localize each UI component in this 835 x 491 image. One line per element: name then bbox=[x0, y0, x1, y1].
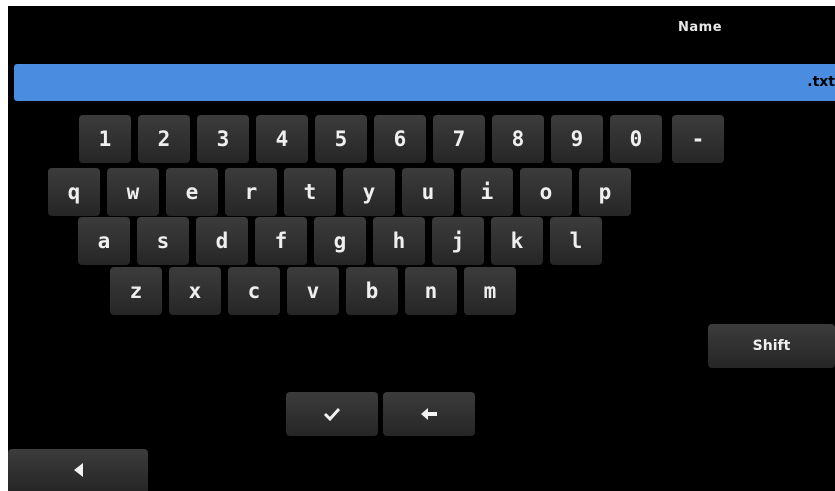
page-title: Name bbox=[678, 20, 723, 35]
key-e[interactable]: e bbox=[166, 168, 218, 216]
key-5[interactable]: 5 bbox=[315, 115, 367, 163]
key-i[interactable]: i bbox=[461, 168, 513, 216]
key-w[interactable]: w bbox=[107, 168, 159, 216]
key-3[interactable]: 3 bbox=[197, 115, 249, 163]
key-l[interactable]: l bbox=[550, 217, 602, 265]
key-z[interactable]: z bbox=[110, 267, 162, 315]
key-p[interactable]: p bbox=[579, 168, 631, 216]
key-x[interactable]: x bbox=[169, 267, 221, 315]
key-d[interactable]: d bbox=[196, 217, 248, 265]
screen-frame-left bbox=[0, 0, 8, 491]
key-b[interactable]: b bbox=[346, 267, 398, 315]
arrow-left-icon bbox=[420, 407, 438, 421]
key-2[interactable]: 2 bbox=[138, 115, 190, 163]
key-v[interactable]: v bbox=[287, 267, 339, 315]
key-4[interactable]: 4 bbox=[256, 115, 308, 163]
key-f[interactable]: f bbox=[255, 217, 307, 265]
key-y[interactable]: y bbox=[343, 168, 395, 216]
key-k[interactable]: k bbox=[491, 217, 543, 265]
key-q[interactable]: q bbox=[48, 168, 100, 216]
enter-button[interactable] bbox=[286, 392, 378, 436]
screen-frame-top bbox=[0, 0, 835, 6]
key-8[interactable]: 8 bbox=[492, 115, 544, 163]
key-m[interactable]: m bbox=[464, 267, 516, 315]
key-minus[interactable]: - bbox=[672, 115, 724, 163]
key-g[interactable]: g bbox=[314, 217, 366, 265]
key-n[interactable]: n bbox=[405, 267, 457, 315]
filename-input[interactable]: .txt bbox=[14, 64, 835, 101]
key-o[interactable]: o bbox=[520, 168, 572, 216]
key-j[interactable]: j bbox=[432, 217, 484, 265]
filename-extension: .txt bbox=[807, 74, 835, 90]
key-t[interactable]: t bbox=[284, 168, 336, 216]
key-0[interactable]: 0 bbox=[610, 115, 662, 163]
shift-button[interactable]: Shift bbox=[708, 324, 835, 368]
key-h[interactable]: h bbox=[373, 217, 425, 265]
key-c[interactable]: c bbox=[228, 267, 280, 315]
key-9[interactable]: 9 bbox=[551, 115, 603, 163]
key-a[interactable]: a bbox=[78, 217, 130, 265]
back-button[interactable] bbox=[8, 449, 148, 491]
key-s[interactable]: s bbox=[137, 217, 189, 265]
key-u[interactable]: u bbox=[402, 168, 454, 216]
key-7[interactable]: 7 bbox=[433, 115, 485, 163]
key-r[interactable]: r bbox=[225, 168, 277, 216]
triangle-left-icon bbox=[73, 463, 83, 477]
checkmark-icon bbox=[323, 407, 341, 421]
key-1[interactable]: 1 bbox=[79, 115, 131, 163]
key-6[interactable]: 6 bbox=[374, 115, 426, 163]
backspace-button[interactable] bbox=[383, 392, 475, 436]
